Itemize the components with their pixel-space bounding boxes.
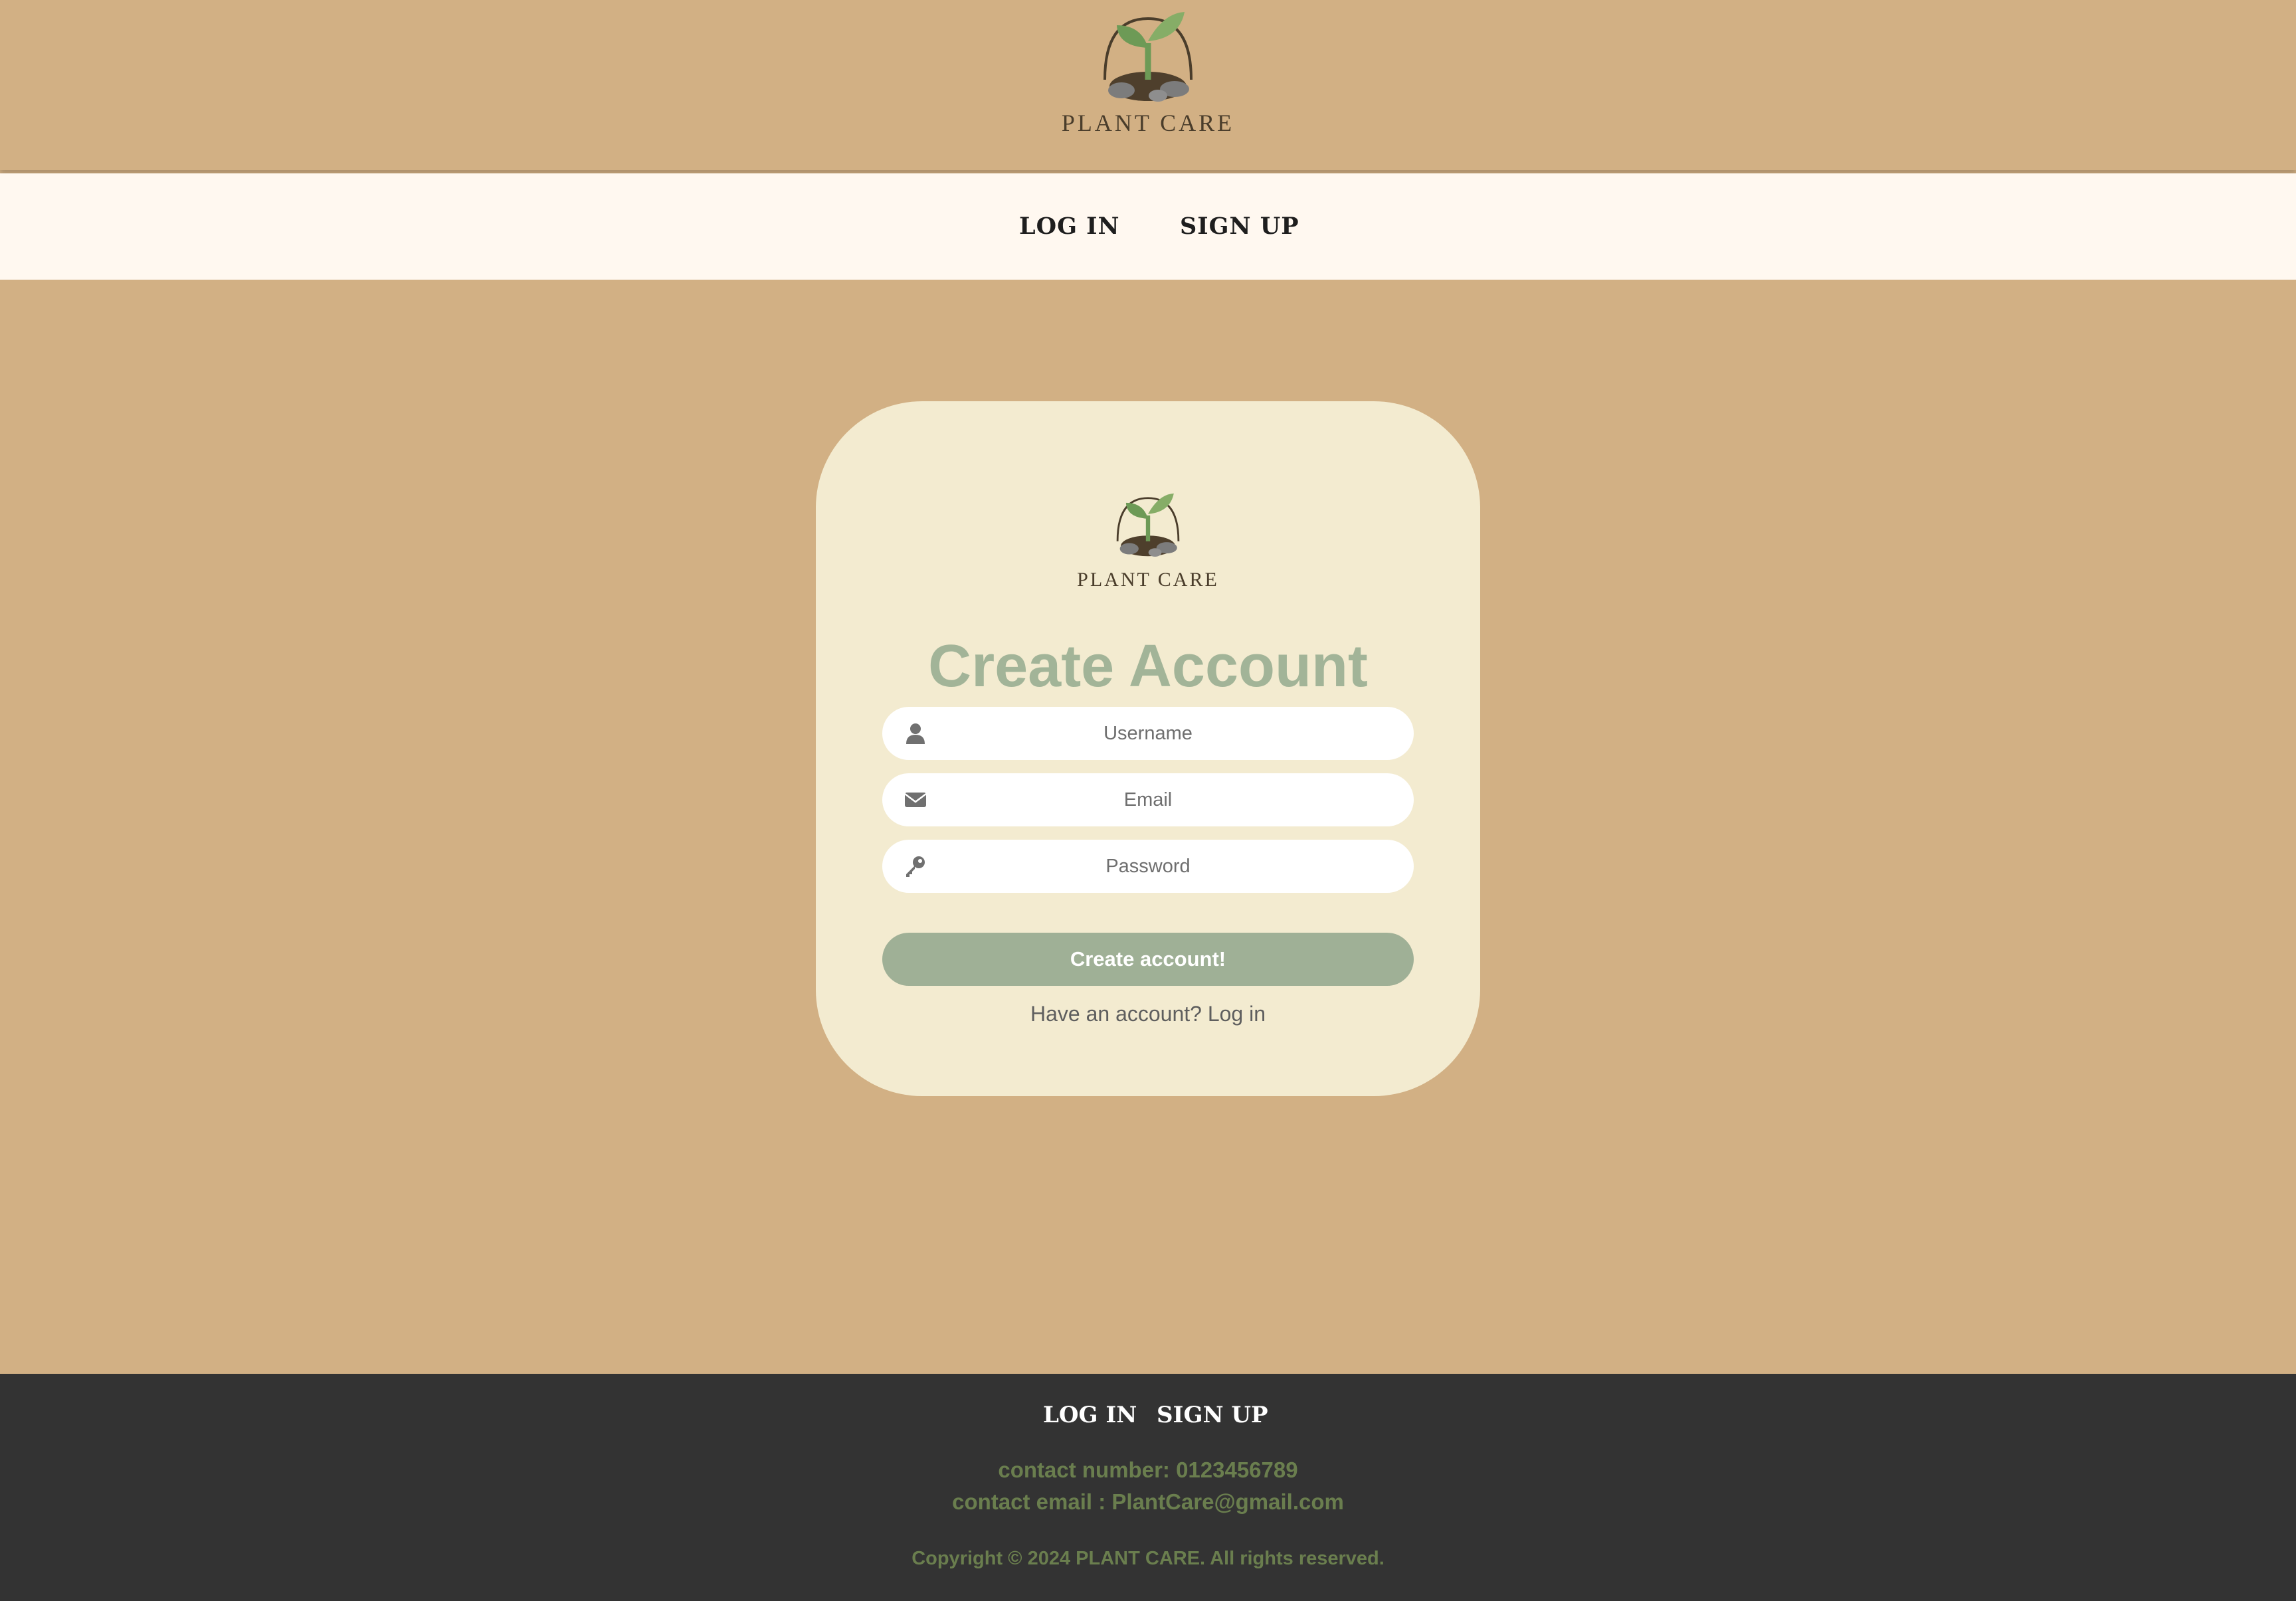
copyright-text: Copyright © 2024 PLANT CARE. All rights … <box>911 1548 1385 1569</box>
login-prompt-link[interactable]: Have an account? Log in <box>816 1002 1480 1026</box>
header-logo-text: PLANT CARE <box>1061 110 1235 136</box>
password-field <box>882 840 1414 893</box>
sprout-logo-icon <box>1116 493 1180 557</box>
password-input[interactable] <box>882 840 1414 893</box>
header-logo[interactable]: PLANT CARE <box>1048 7 1248 153</box>
footer-login-link[interactable]: LOG IN <box>1043 1402 1137 1428</box>
sprout-logo-icon <box>1103 12 1193 102</box>
card-logo-text: PLANT CARE <box>1077 569 1219 591</box>
contact-email: contact email : PlantCare@gmail.com <box>952 1489 1344 1514</box>
nav-login-link[interactable]: LOG IN <box>1019 213 1120 240</box>
card-logo: PLANT CARE <box>1048 485 1248 591</box>
create-account-button[interactable]: Create account! <box>882 933 1414 986</box>
page-title: Create Account <box>928 633 1368 700</box>
username-input[interactable] <box>882 707 1414 760</box>
navbar <box>0 173 2296 280</box>
email-input[interactable] <box>882 773 1414 826</box>
username-field <box>882 707 1414 760</box>
email-field <box>882 773 1414 826</box>
nav-signup-link[interactable]: SIGN UP <box>1180 213 1299 240</box>
footer-signup-link[interactable]: SIGN UP <box>1157 1402 1268 1428</box>
contact-number: contact number: 0123456789 <box>998 1458 1298 1482</box>
